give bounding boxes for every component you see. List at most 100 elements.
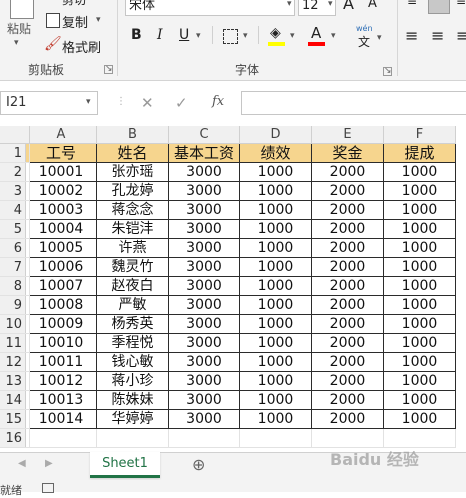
column-header[interactable]: B — [97, 126, 169, 144]
table-cell[interactable]: 魏灵竹 — [97, 258, 169, 277]
table-cell[interactable]: 1000 — [384, 296, 456, 315]
align-middle-icon[interactable] — [428, 0, 450, 14]
table-header-cell[interactable]: 姓名 — [97, 144, 169, 163]
table-cell[interactable]: 蒋小珍 — [97, 372, 169, 391]
table-cell[interactable]: 2000 — [312, 201, 384, 220]
align-bottom-icon[interactable]: ≡ — [456, 0, 466, 8]
table-cell[interactable]: 2000 — [312, 296, 384, 315]
grid-cell[interactable] — [26, 429, 97, 448]
column-header[interactable]: A — [26, 126, 97, 144]
align-right-icon[interactable]: ≡ — [456, 26, 466, 45]
grid-cell[interactable] — [0, 182, 30, 201]
table-header-cell[interactable]: 提成 — [384, 144, 456, 163]
table-cell[interactable]: 1000 — [240, 410, 312, 429]
table-cell[interactable]: 3000 — [169, 220, 240, 239]
table-cell[interactable]: 2000 — [312, 239, 384, 258]
grid-cell[interactable] — [0, 391, 30, 410]
grid-cell[interactable] — [97, 429, 169, 448]
table-cell[interactable]: 10010 — [26, 334, 97, 353]
table-cell[interactable]: 孔龙婷 — [97, 182, 169, 201]
grid-cell[interactable] — [0, 296, 30, 315]
paste-button[interactable]: 粘贴 — [7, 20, 31, 37]
table-cell[interactable]: 1000 — [384, 353, 456, 372]
table-cell[interactable]: 3000 — [169, 277, 240, 296]
table-cell[interactable]: 严敏 — [97, 296, 169, 315]
table-cell[interactable]: 2000 — [312, 372, 384, 391]
table-cell[interactable]: 杨秀英 — [97, 315, 169, 334]
scroll-tabs-left-icon[interactable]: ◀ — [18, 458, 26, 469]
table-cell[interactable]: 蒋念念 — [97, 201, 169, 220]
align-left-icon[interactable]: ≡ — [405, 26, 418, 45]
table-cell[interactable]: 1000 — [240, 391, 312, 410]
table-cell[interactable]: 2000 — [312, 220, 384, 239]
table-cell[interactable]: 3000 — [169, 239, 240, 258]
table-cell[interactable]: 10003 — [26, 201, 97, 220]
table-header-cell[interactable]: 绩效 — [240, 144, 312, 163]
table-cell[interactable]: 1000 — [240, 277, 312, 296]
table-cell[interactable]: 陈姝妹 — [97, 391, 169, 410]
table-cell[interactable]: 2000 — [312, 334, 384, 353]
table-cell[interactable]: 3000 — [169, 163, 240, 182]
table-cell[interactable]: 1000 — [384, 163, 456, 182]
name-box-dropdown-icon[interactable]: ▾ — [86, 97, 91, 107]
table-cell[interactable]: 张亦瑶 — [97, 163, 169, 182]
scroll-tabs-right-icon[interactable]: ▶ — [45, 458, 53, 469]
table-cell[interactable]: 赵夜白 — [97, 277, 169, 296]
copy-button[interactable]: 复制 — [62, 12, 88, 31]
table-header-cell[interactable]: 基本工资 — [169, 144, 240, 163]
table-cell[interactable]: 10014 — [26, 410, 97, 429]
border-dropdown-icon[interactable]: ▾ — [243, 31, 248, 41]
font-name-combo[interactable]: 宋体 — [125, 0, 295, 16]
formula-bar-grip-icon[interactable]: ⋮ — [116, 96, 126, 107]
table-cell[interactable]: 10002 — [26, 182, 97, 201]
grid-cell[interactable] — [0, 144, 30, 163]
cut-button-partial[interactable]: 剪切 — [62, 0, 86, 8]
font-size-dropdown-icon[interactable]: ▾ — [328, 0, 333, 9]
table-cell[interactable]: 2000 — [312, 410, 384, 429]
grid-cell[interactable] — [169, 429, 240, 448]
phonetic-dropdown-icon[interactable]: ▾ — [377, 33, 382, 43]
table-cell[interactable]: 3000 — [169, 315, 240, 334]
formula-input[interactable] — [241, 91, 466, 115]
grid-cell[interactable] — [0, 372, 30, 391]
column-header[interactable]: C — [169, 126, 240, 144]
table-header-cell[interactable]: 奖金 — [312, 144, 384, 163]
table-cell[interactable]: 10004 — [26, 220, 97, 239]
align-center-icon[interactable]: ≡ — [431, 26, 444, 45]
font-name-dropdown-icon[interactable]: ▾ — [287, 0, 292, 9]
table-cell[interactable]: 3000 — [169, 353, 240, 372]
border-icon[interactable] — [223, 29, 238, 44]
table-cell[interactable]: 钱心敏 — [97, 353, 169, 372]
table-cell[interactable]: 1000 — [384, 220, 456, 239]
table-cell[interactable]: 1000 — [240, 372, 312, 391]
table-cell[interactable]: 10005 — [26, 239, 97, 258]
table-cell[interactable]: 1000 — [384, 182, 456, 201]
table-cell[interactable]: 2000 — [312, 258, 384, 277]
grid-cell[interactable] — [0, 239, 30, 258]
table-cell[interactable]: 1000 — [240, 353, 312, 372]
table-cell[interactable]: 1000 — [240, 296, 312, 315]
table-cell[interactable]: 1000 — [384, 334, 456, 353]
table-header-cell[interactable]: 工号 — [26, 144, 97, 163]
table-cell[interactable]: 2000 — [312, 163, 384, 182]
table-cell[interactable]: 10009 — [26, 315, 97, 334]
table-cell[interactable]: 10006 — [26, 258, 97, 277]
italic-button[interactable]: I — [157, 27, 163, 43]
table-cell[interactable]: 季程悦 — [97, 334, 169, 353]
table-cell[interactable]: 1000 — [384, 258, 456, 277]
grid-cell[interactable] — [0, 163, 30, 182]
column-header[interactable]: D — [240, 126, 312, 144]
grid-cell[interactable] — [0, 410, 30, 429]
clipboard-dialog-launcher-icon[interactable]: ↘ — [104, 65, 113, 74]
grid-cell[interactable] — [0, 201, 30, 220]
table-cell[interactable]: 10013 — [26, 391, 97, 410]
table-cell[interactable]: 10011 — [26, 353, 97, 372]
underline-button[interactable]: U — [179, 27, 189, 43]
grow-font-button[interactable]: A — [343, 0, 354, 13]
phonetic-guide-button[interactable]: wén — [356, 24, 373, 33]
table-cell[interactable]: 1000 — [384, 372, 456, 391]
add-sheet-button[interactable]: ⊕ — [192, 455, 205, 474]
table-cell[interactable]: 1000 — [240, 163, 312, 182]
table-cell[interactable]: 1000 — [384, 239, 456, 258]
table-cell[interactable]: 3000 — [169, 182, 240, 201]
